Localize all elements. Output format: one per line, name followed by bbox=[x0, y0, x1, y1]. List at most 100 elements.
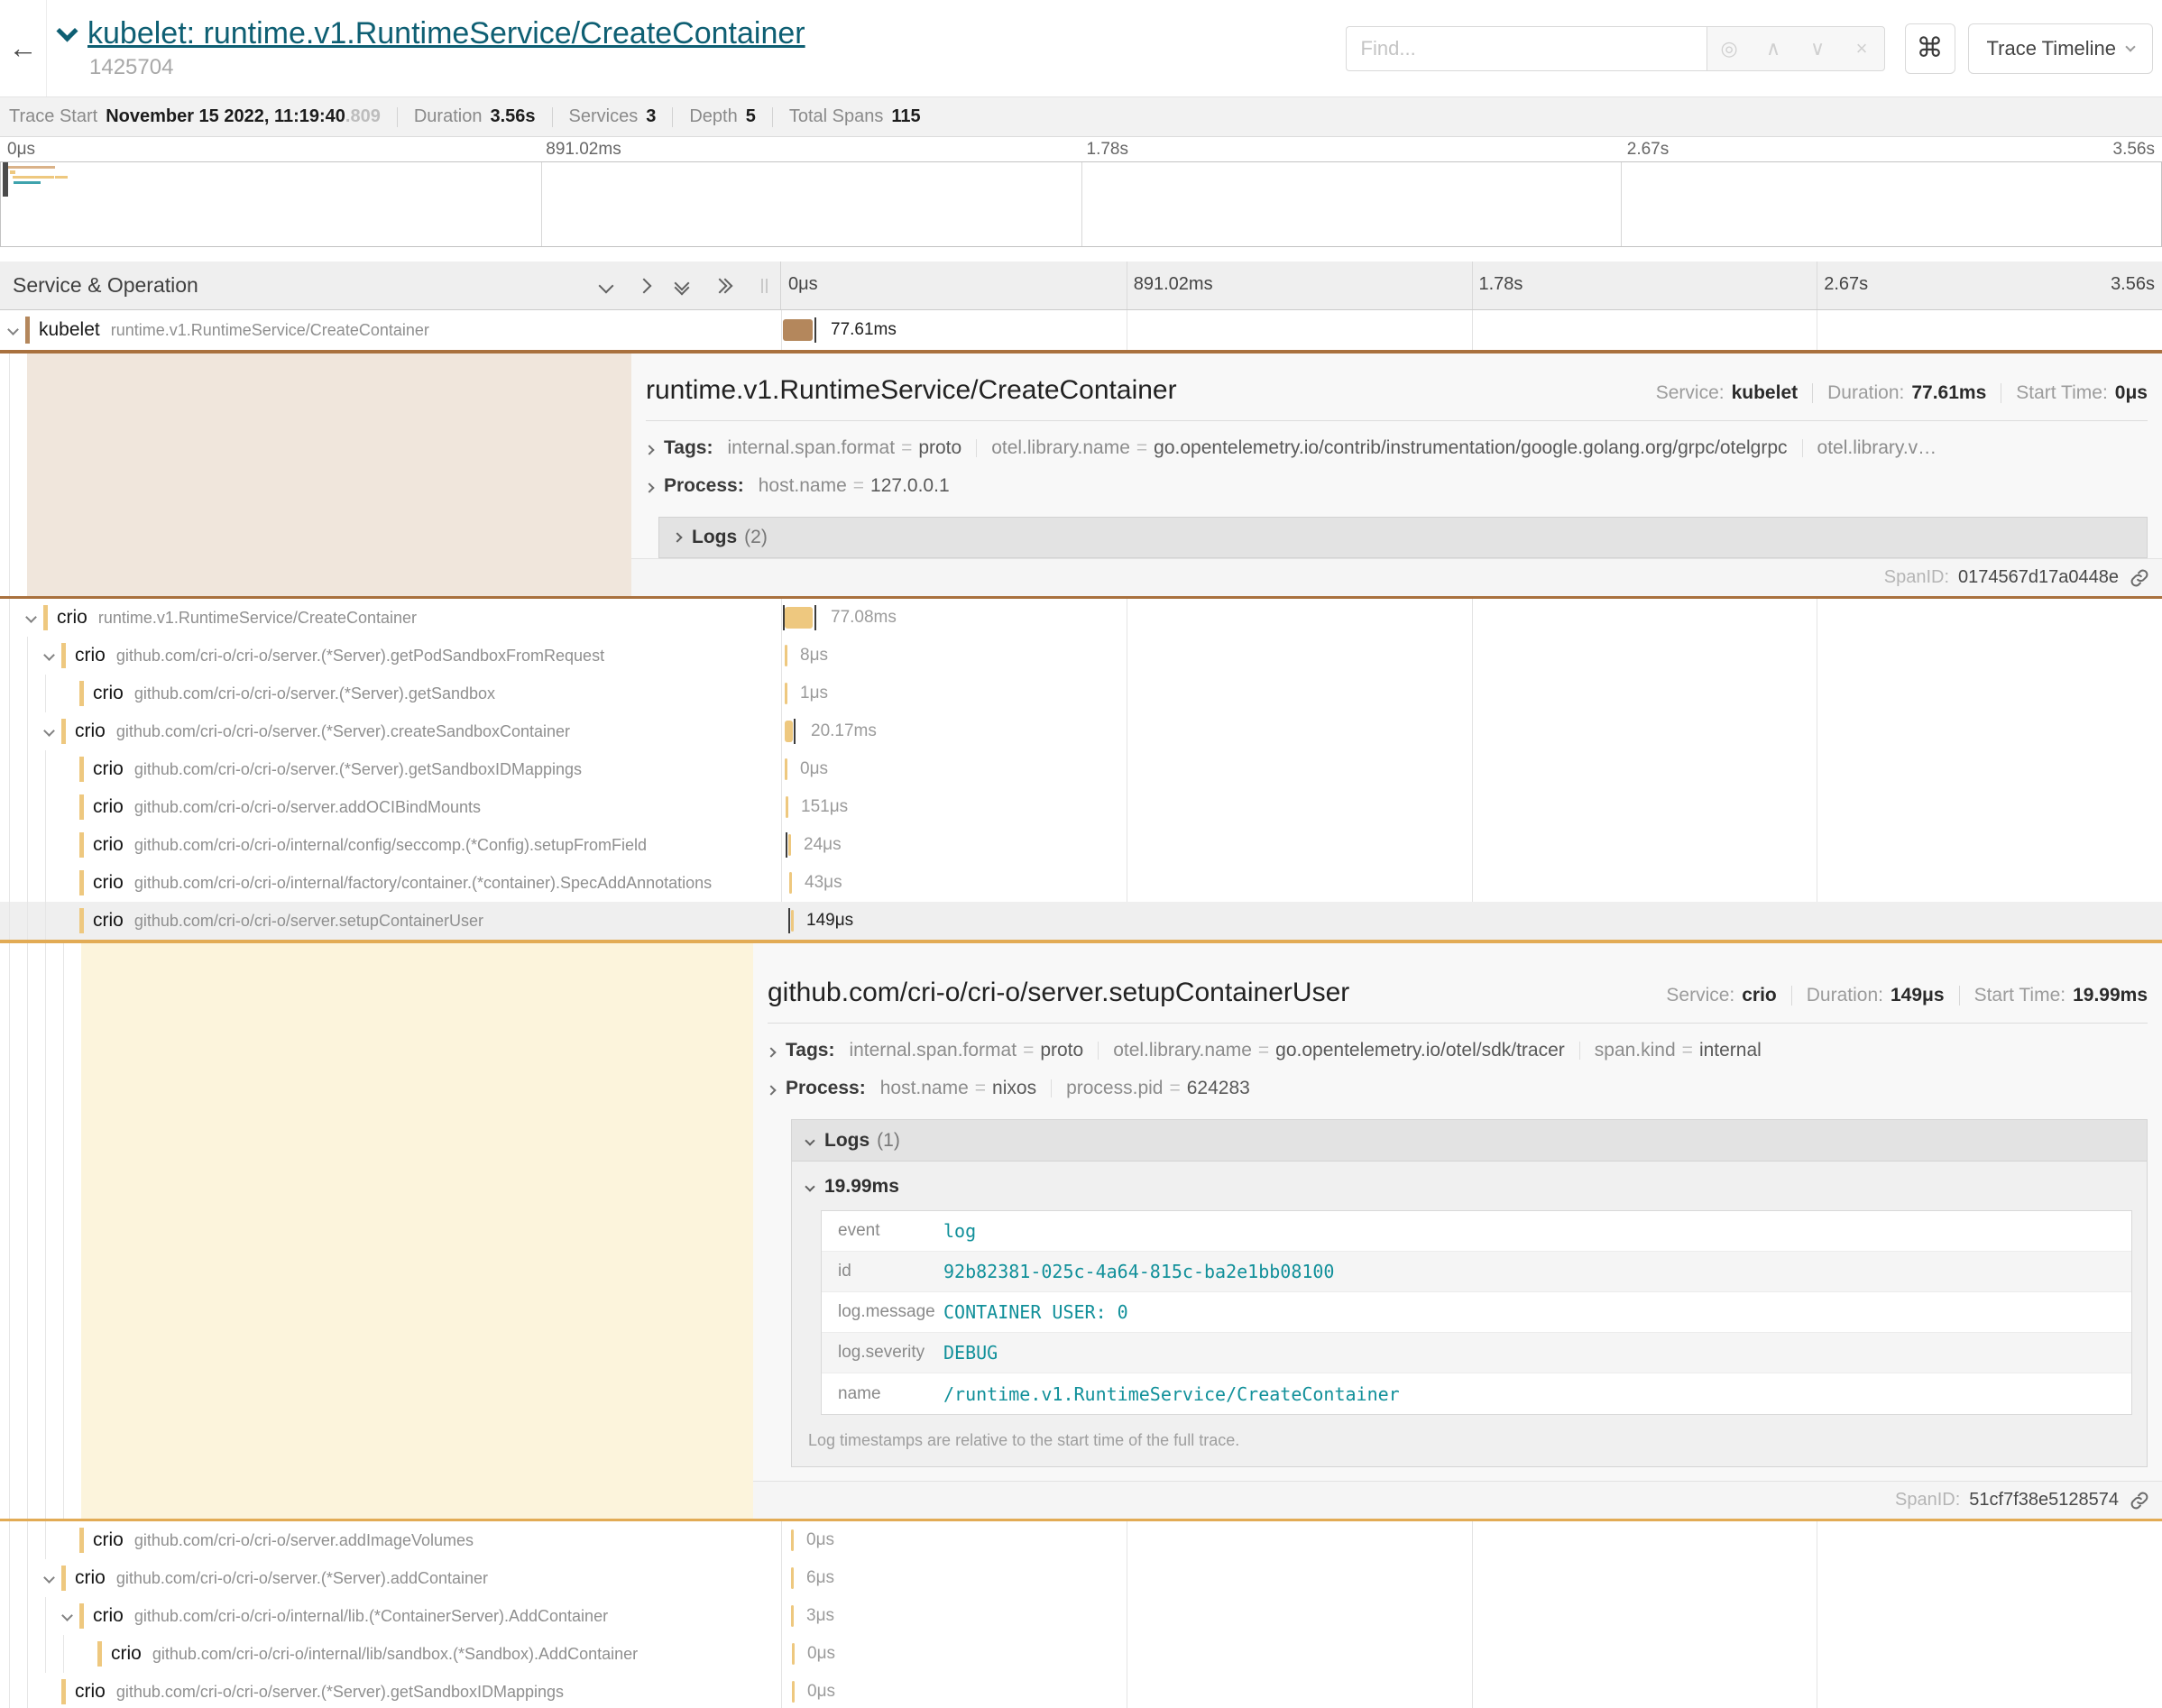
span-row[interactable]: criogithub.com/cri-o/cri-o/internal/lib/… bbox=[0, 1635, 2162, 1673]
span-row[interactable]: criogithub.com/cri-o/cri-o/server.addOCI… bbox=[0, 788, 2162, 826]
service-color-bar bbox=[61, 719, 66, 744]
span-duration-label: 20.17ms bbox=[811, 721, 877, 741]
operation-name: github.com/cri-o/cri-o/server.(*Server).… bbox=[116, 1569, 488, 1588]
log-field-value: log bbox=[943, 1220, 976, 1242]
span-row[interactable]: criogithub.com/cri-o/cri-o/internal/lib.… bbox=[0, 1597, 2162, 1635]
keyboard-shortcuts-button[interactable]: ⌘ bbox=[1905, 23, 1955, 74]
find-clear-icon[interactable]: × bbox=[1840, 27, 1884, 70]
service-name: crio bbox=[93, 1605, 124, 1627]
span-labels: criogithub.com/cri-o/cri-o/server.addOCI… bbox=[93, 796, 481, 818]
service-name: crio bbox=[93, 872, 124, 894]
span-row[interactable]: criogithub.com/cri-o/cri-o/server.addIma… bbox=[0, 1521, 2162, 1559]
collapse-all-icon[interactable] bbox=[676, 278, 687, 293]
tag-key: otel.library.name bbox=[1113, 1040, 1252, 1061]
meta-value: 149μs bbox=[1891, 985, 1945, 1006]
process-row[interactable]: Process:host.name=127.0.0.1 bbox=[631, 459, 2162, 497]
trace-view-selector[interactable]: Trace Timeline bbox=[1968, 23, 2153, 74]
tags-row[interactable]: Tags:internal.span.format=protootel.libr… bbox=[631, 421, 2162, 459]
find-input[interactable] bbox=[1346, 26, 1707, 71]
span-detail-row: runtime.v1.RuntimeService/CreateContaine… bbox=[0, 350, 2162, 599]
indent-guide bbox=[9, 1559, 10, 1597]
span-row[interactable]: criogithub.com/cri-o/cri-o/server.(*Serv… bbox=[0, 712, 2162, 750]
span-timeline-cell: 77.08ms bbox=[781, 599, 2162, 637]
log-field-row: id92b82381-025c-4a64-815c-ba2e1bb08100 bbox=[822, 1252, 2131, 1292]
indent-guide bbox=[27, 1635, 28, 1673]
minimap-canvas[interactable] bbox=[0, 161, 2162, 247]
tags-row[interactable]: Tags:internal.span.format=protootel.libr… bbox=[753, 1024, 2162, 1061]
span-row[interactable]: crioruntime.v1.RuntimeService/CreateCont… bbox=[0, 599, 2162, 637]
span-detail-header: github.com/cri-o/cri-o/server.setupConta… bbox=[753, 943, 2162, 1008]
indent-guide bbox=[9, 354, 10, 596]
span-duration-label: 77.08ms bbox=[831, 608, 897, 628]
minimap-gap bbox=[0, 247, 2162, 262]
span-row[interactable]: criogithub.com/cri-o/cri-o/server.(*Serv… bbox=[0, 675, 2162, 712]
find-focus-icon[interactable]: ◎ bbox=[1707, 27, 1752, 70]
timeline-ticks-header: 0μs891.02ms1.78s2.67s3.56s bbox=[781, 262, 2162, 309]
tag-pair: otel.library.name=go.opentelemetry.io/ot… bbox=[1113, 1040, 1565, 1061]
span-detail-title: runtime.v1.RuntimeService/CreateContaine… bbox=[646, 375, 1177, 406]
operation-name: github.com/cri-o/cri-o/internal/factory/… bbox=[134, 874, 712, 893]
span-id-row: SpanID:0174567d17a0448e bbox=[631, 558, 2162, 596]
meta-label: Start Time: bbox=[2016, 382, 2108, 404]
logs-count: (2) bbox=[744, 527, 768, 548]
indent-guide bbox=[27, 712, 28, 750]
expand-all-icon[interactable] bbox=[714, 280, 731, 291]
span-timeline-cell: 151μs bbox=[781, 788, 2162, 826]
indent-guide bbox=[9, 599, 10, 637]
service-name: crio bbox=[93, 834, 124, 856]
summary-value: 115 bbox=[891, 106, 920, 127]
span-toggle-icon[interactable] bbox=[45, 723, 53, 739]
span-toggle-icon[interactable] bbox=[63, 1608, 71, 1624]
span-row[interactable]: kubeletruntime.v1.RuntimeService/CreateC… bbox=[0, 310, 2162, 350]
tag-pair: process.pid=624283 bbox=[1066, 1078, 1250, 1099]
process-row[interactable]: Process:host.name=nixosprocess.pid=62428… bbox=[753, 1061, 2162, 1099]
span-row[interactable]: criogithub.com/cri-o/cri-o/server.setupC… bbox=[0, 902, 2162, 940]
service-color-bar bbox=[79, 908, 84, 933]
collapse-one-icon[interactable] bbox=[601, 280, 612, 291]
column-resize-handle[interactable] bbox=[761, 279, 768, 293]
expand-one-icon[interactable] bbox=[639, 280, 649, 291]
span-row[interactable]: criogithub.com/cri-o/cri-o/server.(*Serv… bbox=[0, 1673, 2162, 1708]
page-header: ← kubelet: runtime.v1.RuntimeService/Cre… bbox=[0, 0, 2162, 97]
log-timestamp-toggle[interactable]: 19.99ms bbox=[806, 1176, 2132, 1198]
span-id-value: 51cf7f38e5128574 bbox=[1969, 1490, 2119, 1511]
span-name-cell: crioruntime.v1.RuntimeService/CreateCont… bbox=[0, 599, 781, 637]
back-button[interactable]: ← bbox=[0, 0, 47, 96]
span-row[interactable]: criogithub.com/cri-o/cri-o/server.(*Serv… bbox=[0, 637, 2162, 675]
span-row[interactable]: criogithub.com/cri-o/cri-o/server.(*Serv… bbox=[0, 1559, 2162, 1597]
minimap-span-bar bbox=[10, 170, 15, 174]
tag-key: internal.span.format bbox=[849, 1040, 1017, 1061]
span-duration-bar bbox=[786, 796, 788, 818]
logs-toggle[interactable]: Logs(1) bbox=[792, 1120, 2147, 1162]
find-prev-icon[interactable]: ∧ bbox=[1752, 27, 1796, 70]
span-toggle-icon[interactable] bbox=[27, 610, 35, 626]
trace-minimap: 0μs891.02ms1.78s2.67s3.56s bbox=[0, 137, 2162, 247]
span-duration-bar bbox=[788, 834, 791, 856]
indent-guide bbox=[9, 902, 10, 940]
detail-accent-strip bbox=[27, 354, 631, 596]
span-link-icon[interactable] bbox=[2130, 568, 2149, 588]
summary-value-suffix: .809 bbox=[345, 106, 381, 127]
minimap-scrubber-handle[interactable] bbox=[3, 162, 8, 197]
parent-boundary-tick bbox=[788, 908, 790, 933]
find-next-icon[interactable]: ∨ bbox=[1796, 27, 1840, 70]
indent-guide bbox=[9, 712, 10, 750]
span-row[interactable]: criogithub.com/cri-o/cri-o/server.(*Serv… bbox=[0, 750, 2162, 788]
tag-equals: = bbox=[1136, 437, 1147, 459]
minimap-tick-label: 891.02ms bbox=[546, 140, 621, 160]
parent-boundary-tick bbox=[783, 605, 785, 630]
span-row[interactable]: crio github.com/cri-o/cri-o/internal/fact… bbox=[0, 864, 2162, 902]
collapse-trace-icon[interactable] bbox=[56, 20, 78, 41]
indent-guide bbox=[45, 675, 46, 712]
tag-divider bbox=[1802, 439, 1803, 457]
span-toggle-icon[interactable] bbox=[45, 1570, 53, 1586]
logs-toggle[interactable]: Logs(2) bbox=[658, 517, 2148, 558]
trace-title-link[interactable]: kubelet: runtime.v1.RuntimeService/Creat… bbox=[87, 16, 805, 51]
span-link-icon[interactable] bbox=[2130, 1491, 2149, 1511]
span-row[interactable]: criogithub.com/cri-o/cri-o/internal/conf… bbox=[0, 826, 2162, 864]
collapse-controls bbox=[601, 278, 731, 293]
span-toggle-icon[interactable] bbox=[9, 322, 17, 338]
minimap-gridline bbox=[1621, 162, 1622, 246]
span-toggle-icon[interactable] bbox=[45, 647, 53, 664]
span-timeline-cell: 24μs bbox=[781, 826, 2162, 864]
